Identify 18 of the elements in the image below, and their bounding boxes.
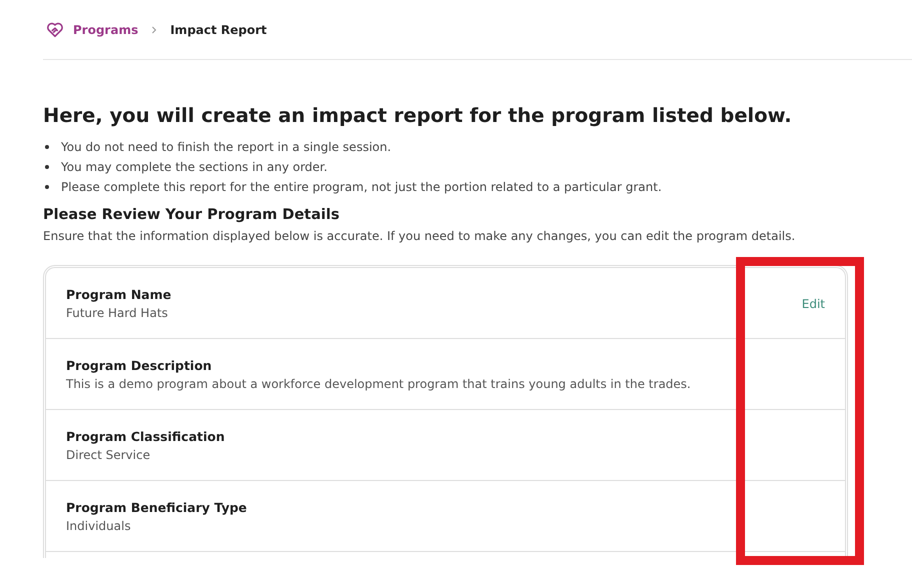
field-value: This is a demo program about a workforce development program that trains young adults in the trades.	[66, 377, 691, 391]
note-text: You may complete the sections in any order.	[61, 160, 328, 174]
section-heading: Please Review Your Program Details	[43, 207, 340, 223]
field-value: Direct Service	[66, 448, 152, 462]
field-label: Program Beneficiary Type	[66, 500, 247, 515]
section-description: Ensure that the information displayed below is accurate. If you need to make any changes, you can edit the program details.	[43, 229, 796, 243]
field-label: Program Classification	[66, 429, 225, 444]
breadcrumb-current: Impact Report	[170, 22, 267, 36]
note-text: Please complete this report for the entire program, not just the portion related to a particular grant.	[61, 180, 662, 194]
note-text: You do not need to finish the report in a single session.	[61, 140, 392, 154]
field-label: Program Description	[66, 358, 213, 373]
breadcrumb-link[interactable]: Programs	[73, 22, 138, 36]
edit-link[interactable]: Edit	[802, 297, 825, 311]
field-value: Individuals	[66, 519, 132, 533]
field-value: Future Hard Hats	[66, 306, 169, 320]
field-label: Program Name	[66, 287, 172, 302]
heart-logo-icon	[46, 20, 64, 38]
page-title: Here, you will create an impact report for the program listed below.	[43, 104, 793, 127]
